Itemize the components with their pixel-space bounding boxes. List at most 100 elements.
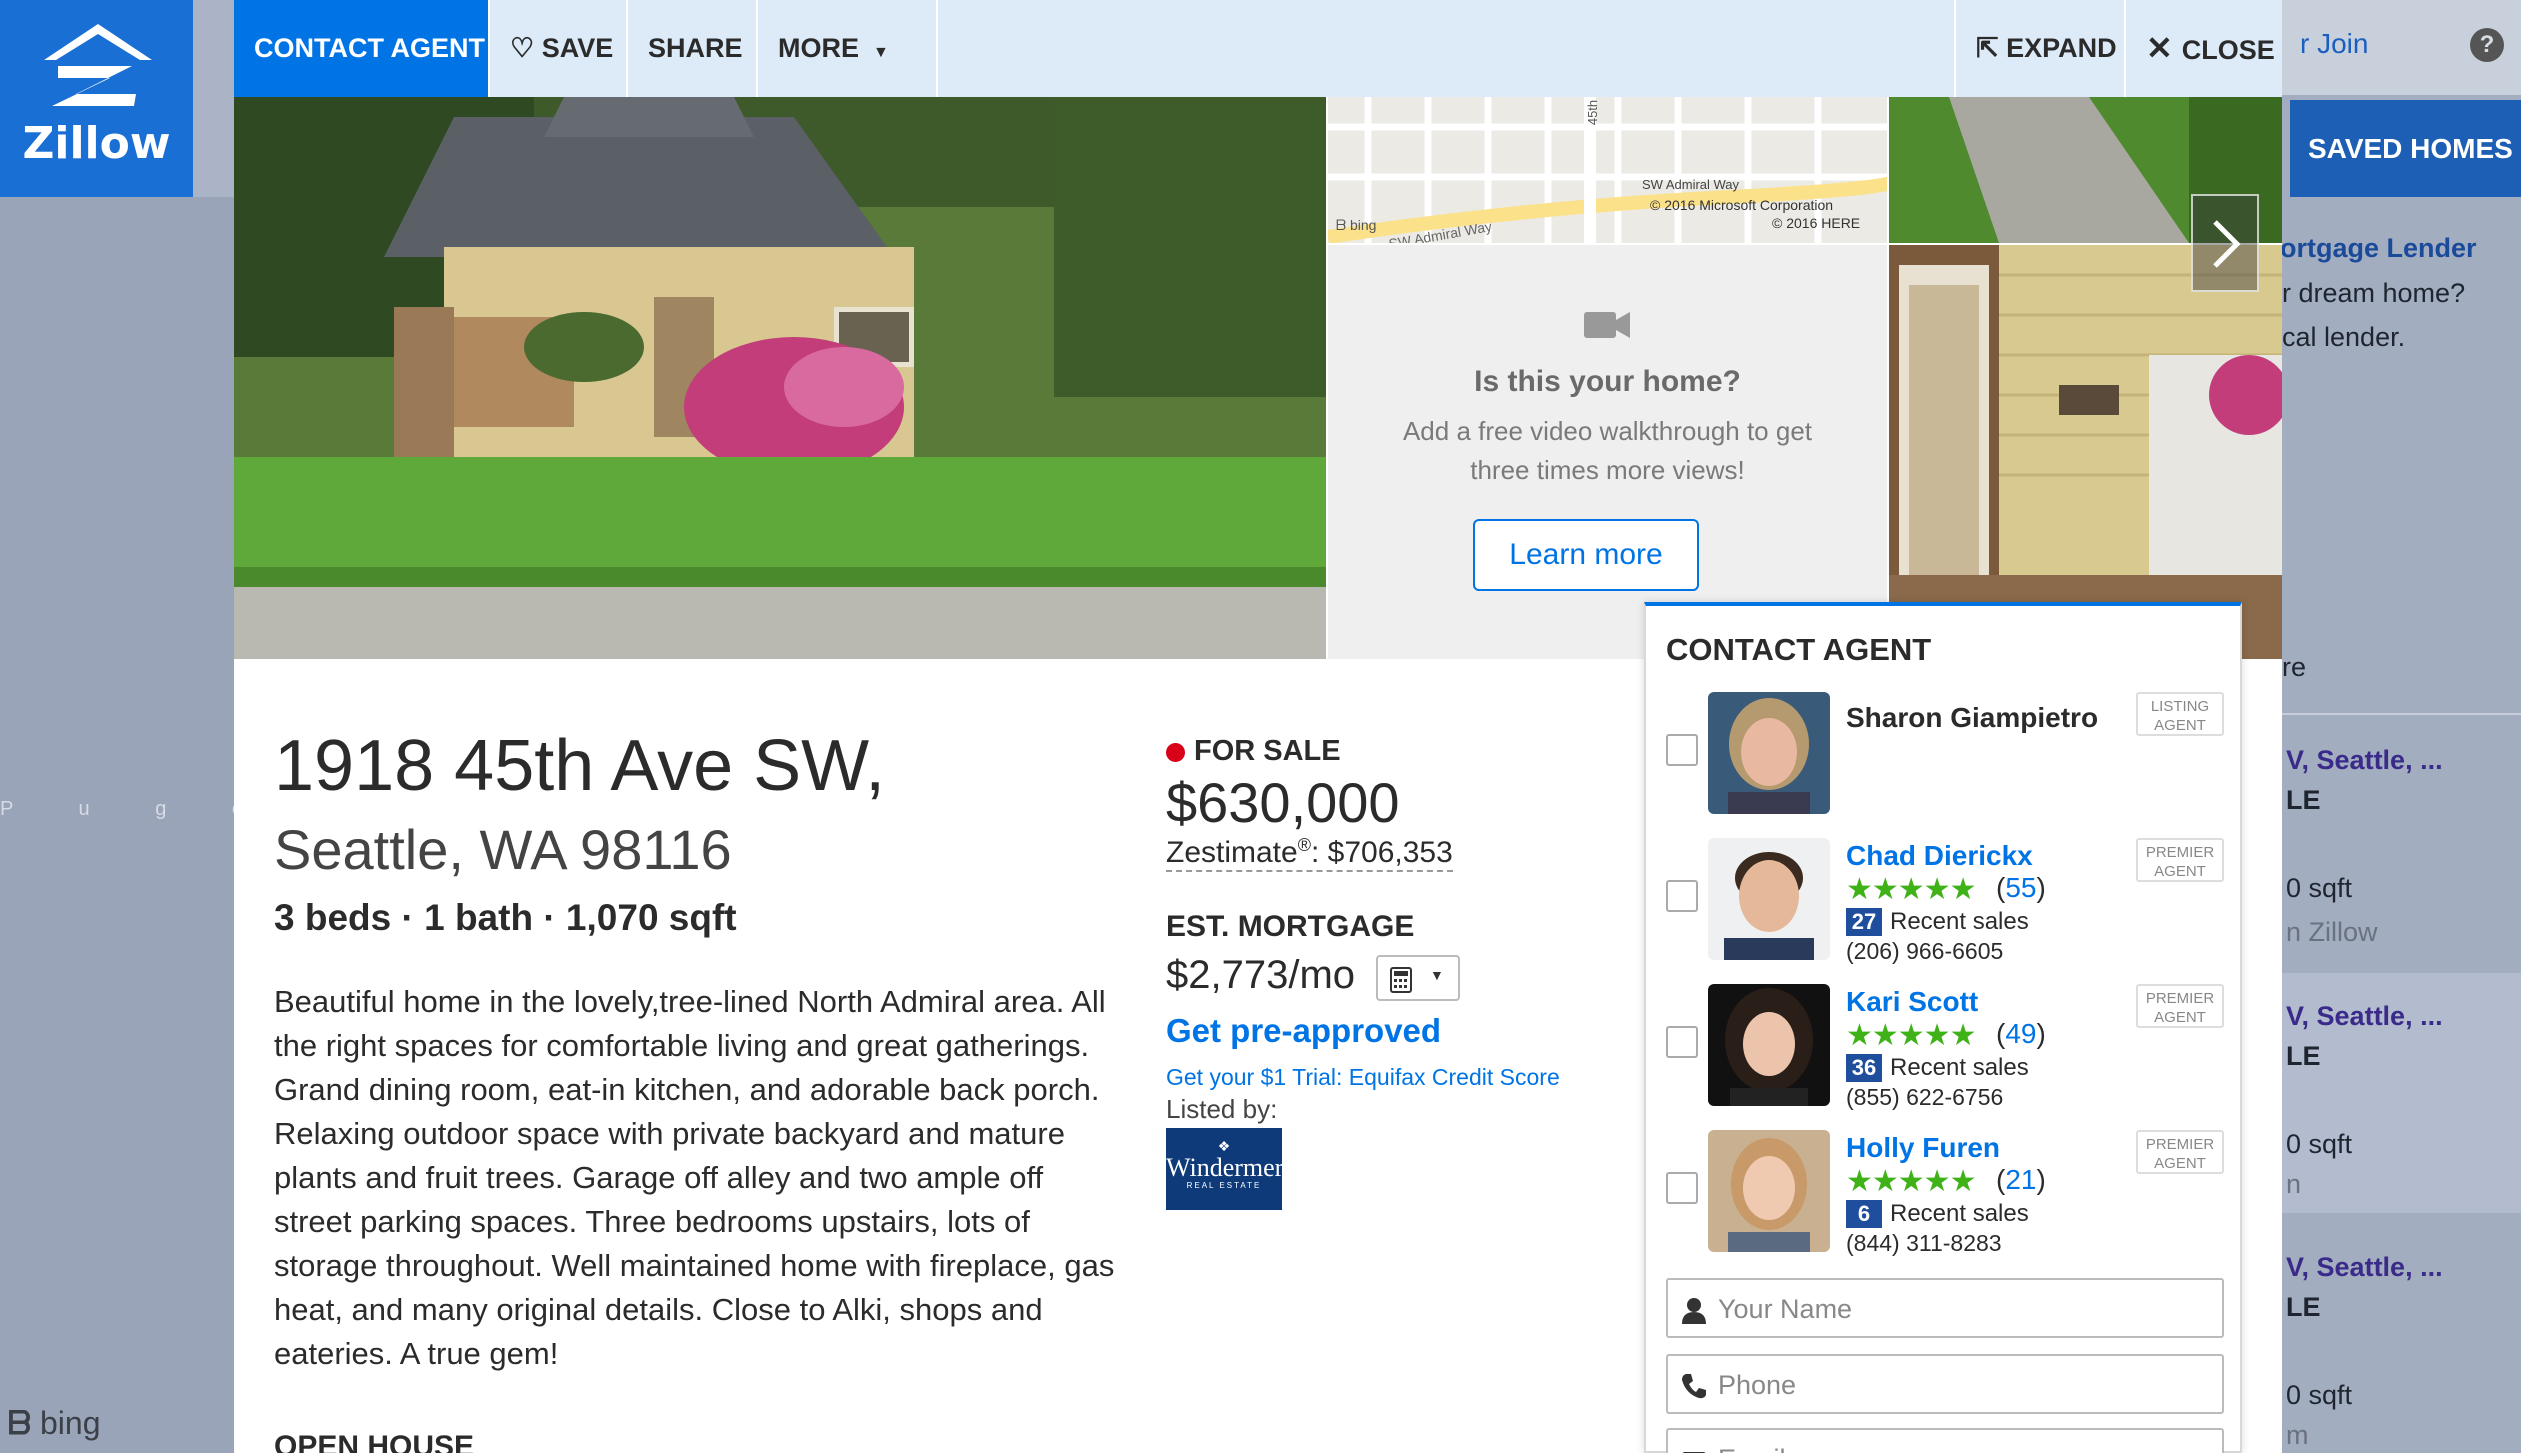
listing-card-status: LE xyxy=(2286,785,2321,815)
map-provider-label: bing xyxy=(1350,217,1377,233)
listing-card[interactable]: V, Seattle, ... LE 0 sqft m xyxy=(2282,1226,2521,1453)
close-button[interactable]: ✕ CLOSE xyxy=(2124,0,2282,97)
phone-placeholder: Phone xyxy=(1718,1370,1797,1400)
logo-wordmark: Zillow xyxy=(22,118,171,169)
video-camera-icon xyxy=(1584,312,1630,338)
premier-agent-badge: PREMIER AGENT xyxy=(2136,984,2224,1028)
sale-status: FOR SALE xyxy=(1194,735,1341,767)
agent-name[interactable]: Kari Scott xyxy=(1846,986,1978,1018)
name-field[interactable]: Your Name xyxy=(1666,1278,2224,1338)
agent-name[interactable]: Holly Furen xyxy=(1846,1132,2000,1164)
agent-phone: (844) 311-8283 xyxy=(1846,1230,2002,1256)
chevron-right-icon xyxy=(2213,220,2241,268)
caret-down-icon: ▼ xyxy=(1430,967,1444,983)
badge-line: PREMIER xyxy=(2145,844,2215,861)
agent-phone: (206) 966-6605 xyxy=(1846,938,2004,964)
expand-label: EXPAND xyxy=(2006,33,2117,63)
badge-line: LISTING xyxy=(2150,698,2210,715)
map-avenue-label: 45th xyxy=(1585,99,1601,126)
mortgage-lender-text: r dream home? xyxy=(2282,278,2466,308)
badge-line: PREMIER xyxy=(2145,1136,2215,1153)
video-walkthrough-promo: Is this your home? Add a free video walk… xyxy=(1328,245,1887,659)
heart-icon: ♡ xyxy=(510,33,542,63)
agent-photo xyxy=(1708,692,1830,814)
agent-photo xyxy=(1708,984,1830,1106)
avatar xyxy=(1708,838,1830,960)
address-line-1: 1918 45th Ave SW, xyxy=(274,726,886,806)
house-photo xyxy=(234,97,1326,659)
bing-logo-icon: ᗷ xyxy=(8,1405,40,1441)
badge-line: PREMIER xyxy=(2145,990,2215,1007)
registered-mark: ® xyxy=(1297,835,1311,855)
review-count[interactable]: (21) xyxy=(1996,1164,2046,1196)
zillow-z-icon xyxy=(44,24,152,106)
calculator-icon xyxy=(1390,967,1412,993)
saved-homes-button[interactable]: SAVED HOMES (0 xyxy=(2290,100,2521,197)
bing-map-logo: ᗷ bing xyxy=(1336,217,1376,234)
promo-body: Add a free video walkthrough to get thre… xyxy=(1402,416,1813,485)
recent-sales-count: 6 xyxy=(1846,1200,1882,1228)
close-label: CLOSE xyxy=(2181,35,2275,65)
bing-attribution: ᗷ bing xyxy=(8,1405,101,1443)
map-background xyxy=(0,0,234,1453)
agent-checkbox[interactable] xyxy=(1666,734,1698,766)
mortgage-lender-text: cal lender. xyxy=(2282,322,2406,352)
listed-by-label: Listed by: xyxy=(1166,1094,1278,1124)
get-preapproved-link[interactable]: Get pre-approved xyxy=(1166,1012,1441,1050)
more-label: MORE xyxy=(778,33,859,63)
user-icon xyxy=(1682,1298,1706,1324)
external-link-icon: ⇱ xyxy=(1976,33,2007,63)
map-thumbnail[interactable]: 45th SW Admiral Way SW Admiral Way © 201… xyxy=(1328,97,1887,243)
email-field[interactable]: Email xyxy=(1666,1428,2224,1453)
listing-card-sqft: 0 sqft xyxy=(2286,1380,2353,1410)
help-icon[interactable]: ? xyxy=(2470,28,2504,62)
learn-more-button[interactable]: Learn more xyxy=(1473,519,1699,591)
mortgage-lender-link[interactable]: ortgage Lender xyxy=(2280,233,2477,264)
save-label: SAVE xyxy=(541,33,614,63)
recent-sales-count: 36 xyxy=(1846,1054,1882,1082)
agent-checkbox[interactable] xyxy=(1666,1172,1698,1204)
listing-card-address[interactable]: V, Seattle, ... xyxy=(2286,745,2443,776)
listing-card-extra: n xyxy=(2286,1169,2302,1199)
zestimate[interactable]: Zestimate®: $706,353 xyxy=(1166,835,1453,872)
listing-card-address[interactable]: V, Seattle, ... xyxy=(2286,1001,2443,1032)
review-count[interactable]: (55) xyxy=(1996,872,2046,904)
mortgage-heading: EST. MORTGAGE xyxy=(1166,910,1415,943)
share-button[interactable]: SHARE xyxy=(628,0,758,97)
next-photo-button[interactable] xyxy=(2191,194,2259,292)
home-facts: 3 beds · 1 bath · 1,070 sqft xyxy=(274,897,737,938)
join-link[interactable]: r Join xyxy=(2300,28,2368,60)
mortgage-value: $2,773/mo xyxy=(1166,953,1356,997)
listing-agent-badge: LISTING AGENT xyxy=(2136,692,2224,736)
listing-photo-thumbnail[interactable] xyxy=(1889,245,2282,659)
agent-checkbox[interactable] xyxy=(1666,880,1698,912)
email-placeholder: Email xyxy=(1718,1444,1786,1453)
agent-checkbox[interactable] xyxy=(1666,1026,1698,1058)
listing-card-address[interactable]: V, Seattle, ... xyxy=(2286,1252,2443,1283)
open-house-heading: OPEN HOUSE xyxy=(274,1430,475,1453)
zillow-logo[interactable]: Zillow xyxy=(0,0,193,197)
bing-attribution-text: bing xyxy=(40,1405,101,1441)
envelope-icon xyxy=(1680,1451,1708,1453)
contact-agent-button[interactable]: CONTACT AGENT xyxy=(234,0,490,97)
status-dot-icon xyxy=(1166,743,1185,762)
badge-line: AGENT xyxy=(2154,717,2206,734)
rating-stars-icon: ★★★★★ xyxy=(1846,1019,1976,1052)
phone-field[interactable]: Phone xyxy=(1666,1354,2224,1414)
name-placeholder: Your Name xyxy=(1718,1294,1853,1324)
agent-name[interactable]: Chad Dierickx xyxy=(1846,840,2033,872)
more-button[interactable]: MORE ▼ xyxy=(758,0,938,97)
listing-card[interactable]: V, Seattle, ... LE 0 sqft n xyxy=(2282,973,2521,1213)
porch-photo xyxy=(1889,245,2282,659)
save-button[interactable]: ♡ SAVE xyxy=(490,0,628,97)
review-count[interactable]: (49) xyxy=(1996,1018,2046,1050)
mortgage-calculator-button[interactable]: ▼ xyxy=(1376,955,1460,1001)
listing-card[interactable]: V, Seattle, ... LE 0 sqft n Zillow xyxy=(2282,713,2521,963)
expand-button[interactable]: ⇱ EXPAND xyxy=(1954,0,2124,97)
premier-agent-badge: PREMIER AGENT xyxy=(2136,838,2224,882)
broker-logo[interactable]: ❖ Windermere REAL ESTATE xyxy=(1166,1128,1295,1210)
close-icon: ✕ xyxy=(2146,30,2182,66)
equifax-link[interactable]: Get your $1 Trial: Equifax Credit Score xyxy=(1166,1064,1560,1091)
contact-agent-panel: CONTACT AGENT Sharon Giampietro LISTING A… xyxy=(1644,602,2242,1453)
main-listing-photo[interactable] xyxy=(234,97,1326,659)
